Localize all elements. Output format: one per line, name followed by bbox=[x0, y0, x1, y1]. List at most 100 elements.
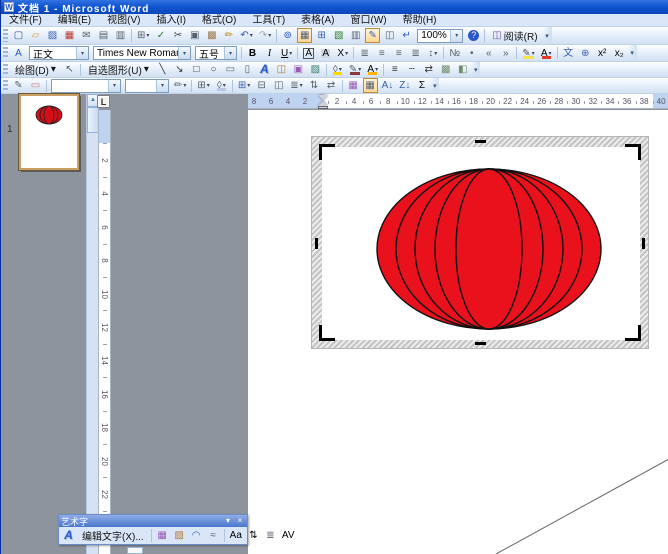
bullets-icon[interactable]: • bbox=[464, 46, 479, 61]
border-color-icon[interactable]: ✏▾ bbox=[172, 78, 188, 93]
shading-color-icon[interactable]: ◊▾ bbox=[214, 78, 229, 93]
menu-item-8[interactable]: 窗口(W) bbox=[343, 14, 395, 27]
dash-style-icon[interactable]: ┄ bbox=[404, 62, 419, 77]
pinyin-guide-icon[interactable]: 文 bbox=[561, 46, 576, 61]
canvas-edge-handle-top[interactable] bbox=[475, 140, 486, 143]
horizontal-ruler[interactable]: 8642246810121416182022242628303234363840 bbox=[248, 94, 668, 109]
canvas-edge-handle-bottom[interactable] bbox=[475, 342, 486, 345]
cell-align-icon[interactable]: ≣▾ bbox=[288, 78, 304, 93]
style-combo[interactable]: 正文▾ bbox=[29, 46, 89, 60]
insert-picture-icon[interactable]: ▨ bbox=[308, 62, 323, 77]
document-map-icon[interactable]: ◫ bbox=[382, 28, 397, 43]
highlight-icon[interactable]: ✎▾ bbox=[520, 46, 536, 61]
font-combo-dropdown-icon[interactable]: ▾ bbox=[178, 47, 190, 59]
line-style-combo-dropdown-icon[interactable]: ▾ bbox=[108, 80, 120, 92]
line-weight-combo-dropdown-icon[interactable]: ▾ bbox=[156, 80, 168, 92]
wordart-toolbar-close-icon[interactable]: × bbox=[235, 516, 245, 526]
canvas-corner-handle-top-left[interactable] bbox=[319, 144, 335, 160]
print-icon[interactable]: ▤ bbox=[96, 28, 111, 43]
distribute-columns-icon[interactable]: ⇄ bbox=[324, 78, 339, 93]
zoom-combo[interactable]: 100%▾ bbox=[417, 29, 463, 43]
numbering-icon[interactable]: № bbox=[447, 46, 462, 61]
eraser-icon[interactable]: ▭ bbox=[28, 78, 43, 93]
line-shape-segment[interactable] bbox=[496, 459, 668, 554]
columns-icon[interactable]: ▥ bbox=[348, 28, 363, 43]
line-weight-combo[interactable]: ▾ bbox=[125, 79, 169, 93]
thumbnail-page-1[interactable] bbox=[19, 94, 79, 170]
wordart-gallery-icon[interactable]: ▦ bbox=[155, 528, 170, 543]
line-color-icon[interactable]: ✎▾ bbox=[347, 62, 363, 77]
arrow-icon[interactable]: ↘ bbox=[172, 62, 187, 77]
draw-menu-button[interactable]: 绘图(D)▾ bbox=[11, 62, 60, 77]
insert-wordart-icon[interactable]: A bbox=[61, 528, 76, 543]
increase-indent-icon[interactable]: » bbox=[498, 46, 513, 61]
line-style-combo[interactable]: ▾ bbox=[51, 79, 121, 93]
print-preview-icon[interactable]: ▥ bbox=[113, 28, 128, 43]
document-page[interactable] bbox=[248, 110, 668, 554]
toolbar-grip[interactable] bbox=[3, 47, 8, 60]
spelling-grammar-icon[interactable]: ✓ bbox=[153, 28, 168, 43]
select-objects-icon[interactable]: ↖ bbox=[62, 62, 77, 77]
wordart-toolbar-title-bar[interactable]: 艺术字 ▾ × bbox=[59, 515, 247, 527]
menu-item-7[interactable]: 表格(A) bbox=[293, 14, 342, 27]
menu-item-4[interactable]: 插入(I) bbox=[148, 14, 193, 27]
copy-icon[interactable]: ▣ bbox=[187, 28, 202, 43]
tab-selector[interactable]: L bbox=[97, 95, 110, 108]
zoom-combo-dropdown-icon[interactable]: ▾ bbox=[450, 30, 462, 42]
left-indent-marker[interactable] bbox=[318, 106, 328, 109]
borders-icon[interactable]: ⊞▾ bbox=[195, 78, 211, 93]
standard-toolbar-options-chevron[interactable]: ▾ bbox=[543, 27, 552, 44]
new-document-icon[interactable]: ▢ bbox=[11, 28, 26, 43]
table-autoformat-icon[interactable]: ▦ bbox=[346, 78, 361, 93]
italic-icon[interactable]: I bbox=[262, 46, 277, 61]
canvas-edge-handle-left[interactable] bbox=[315, 238, 318, 249]
drawing-canvas-surface[interactable] bbox=[322, 147, 640, 340]
paste-icon[interactable]: ▩ bbox=[204, 28, 219, 43]
formatting-toolbar-options-chevron[interactable]: ▾ bbox=[628, 45, 637, 61]
save-icon[interactable]: ▨ bbox=[45, 28, 60, 43]
text-wrapping-icon[interactable]: ≈ bbox=[206, 528, 221, 543]
menu-item-5[interactable]: 格式(O) bbox=[194, 14, 244, 27]
menu-item-9[interactable]: 帮助(H) bbox=[395, 14, 445, 27]
distribute-rows-icon[interactable]: ⇅ bbox=[307, 78, 322, 93]
tables-toolbar-options-chevron[interactable]: ▾ bbox=[430, 78, 439, 93]
help-icon[interactable]: ? bbox=[466, 28, 481, 43]
clip-art-icon[interactable]: ▣ bbox=[291, 62, 306, 77]
redo-icon[interactable]: ↷▾ bbox=[257, 28, 273, 43]
bold-icon[interactable]: B bbox=[245, 46, 260, 61]
canvas-corner-handle-bottom-right[interactable] bbox=[625, 325, 641, 341]
canvas-corner-handle-top-right[interactable] bbox=[625, 144, 641, 160]
shadow-style-icon[interactable]: ▩ bbox=[438, 62, 453, 77]
insert-diagram-icon[interactable]: ◫ bbox=[274, 62, 289, 77]
wordart-vertical-text-icon[interactable]: ⇅ bbox=[246, 528, 261, 543]
wordart-toolbar-menu-icon[interactable]: ▾ bbox=[223, 516, 233, 526]
cut-icon[interactable]: ✂ bbox=[170, 28, 185, 43]
menu-item-3[interactable]: 视图(V) bbox=[99, 14, 148, 27]
subscript-icon[interactable]: x₂ bbox=[612, 46, 627, 61]
size-combo[interactable]: 五号▾ bbox=[195, 46, 237, 60]
merge-cells-icon[interactable]: ⊟ bbox=[254, 78, 269, 93]
show-hide-marks-icon[interactable]: ↵ bbox=[399, 28, 414, 43]
draw-table-icon[interactable]: ✎ bbox=[11, 78, 26, 93]
hyperlink-icon[interactable]: ⊚ bbox=[280, 28, 295, 43]
canvas-corner-handle-bottom-left[interactable] bbox=[319, 325, 335, 341]
three-d-style-icon[interactable]: ◧ bbox=[455, 62, 470, 77]
email-icon[interactable]: ✉ bbox=[79, 28, 94, 43]
drawing-canvas[interactable] bbox=[311, 136, 649, 349]
font-combo[interactable]: Times New Roman▾ bbox=[93, 46, 191, 60]
align-right-icon[interactable]: ≡ bbox=[391, 46, 406, 61]
fill-color-icon[interactable]: ◊▾ bbox=[330, 62, 345, 77]
font-color-icon[interactable]: A▾ bbox=[539, 46, 554, 61]
line-style-icon[interactable]: ≡ bbox=[387, 62, 402, 77]
insert-table-grid-icon[interactable]: ⊞ bbox=[314, 28, 329, 43]
size-combo-dropdown-icon[interactable]: ▾ bbox=[224, 47, 236, 59]
wordart-edit-text-button[interactable]: 编辑文字(X)... bbox=[78, 528, 148, 543]
open-folder-icon[interactable]: ▱ bbox=[28, 28, 43, 43]
decrease-indent-icon[interactable]: « bbox=[481, 46, 496, 61]
lantern-ellipse[interactable] bbox=[44, 106, 54, 124]
style-combo-dropdown-icon[interactable]: ▾ bbox=[76, 47, 88, 59]
sort-ascending-icon[interactable]: A↓ bbox=[380, 78, 396, 93]
underline-icon[interactable]: U▾ bbox=[279, 46, 294, 61]
menu-item-1[interactable]: 文件(F) bbox=[1, 14, 50, 27]
lantern-ellipse[interactable] bbox=[456, 169, 522, 329]
